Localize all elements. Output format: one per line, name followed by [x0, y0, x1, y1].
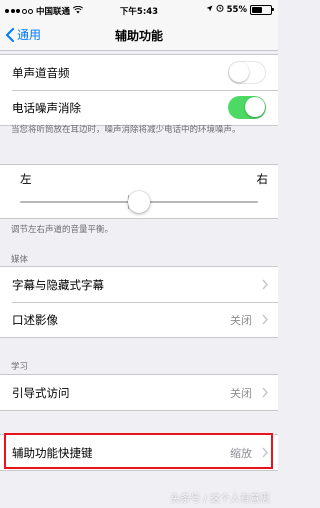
audio-descriptions-label: 口述影像 [12, 312, 58, 327]
captions-label: 字幕与隐藏式字幕 [12, 277, 104, 292]
page-title: 辅助功能 [114, 29, 163, 43]
balance-slider-thumb[interactable] [128, 191, 150, 213]
audio-settings-group: 单声道音频 电话噪声消除 [0, 54, 278, 126]
alarm-icon [216, 4, 224, 15]
media-group: 字幕与隐藏式字幕 口述影像 关闭 [0, 266, 278, 338]
noise-cancel-toggle[interactable] [228, 96, 266, 119]
chevron-right-icon [262, 279, 268, 290]
location-icon [206, 5, 213, 15]
highlight-annotation-box [4, 433, 273, 469]
balance-left-label: 左 [20, 172, 32, 186]
mono-audio-row: 单声道音频 [0, 55, 278, 90]
accessibility-screen: 中国联通 下午5:43 55% 通用 辅助功能 单声道音频 电话噪声消除 当您将… [0, 0, 278, 508]
guided-access-value: 关闭 [230, 386, 252, 400]
balance-right-label: 右 [256, 172, 269, 186]
battery-icon [250, 4, 274, 15]
status-right: 55% [206, 4, 274, 15]
noise-cancel-label: 电话噪声消除 [12, 100, 81, 115]
guided-access-row[interactable]: 引导式访问 关闭 [0, 375, 278, 410]
chevron-right-icon [262, 387, 268, 398]
mono-audio-toggle[interactable] [228, 61, 266, 84]
noise-cancel-row: 电话噪声消除 [0, 90, 278, 125]
media-section-header: 媒体 [11, 255, 29, 265]
watermark-text: 头条号 / 这个人有意思 [170, 494, 270, 505]
learning-group: 引导式访问 关闭 [0, 374, 278, 411]
noise-cancel-footnote: 当您将听筒放在耳边时，噪声消除将减少电话中的环境噪声。 [11, 125, 241, 135]
guided-access-label: 引导式访问 [12, 385, 70, 400]
chevron-right-icon [262, 314, 268, 325]
status-bar: 中国联通 下午5:43 55% [0, 0, 278, 20]
battery-percent: 55% [226, 4, 247, 15]
mono-audio-label: 单声道音频 [12, 65, 70, 80]
audio-descriptions-row[interactable]: 口述影像 关闭 [0, 302, 278, 337]
audio-descriptions-value: 关闭 [230, 313, 252, 327]
balance-footnote: 调节左右声道的音量平衡。 [11, 225, 114, 235]
learning-section-header: 学习 [11, 362, 29, 372]
navigation-bar: 通用 辅助功能 [0, 20, 278, 51]
captions-row[interactable]: 字幕与隐藏式字幕 [0, 267, 278, 302]
balance-group: 左 右 [0, 164, 278, 219]
